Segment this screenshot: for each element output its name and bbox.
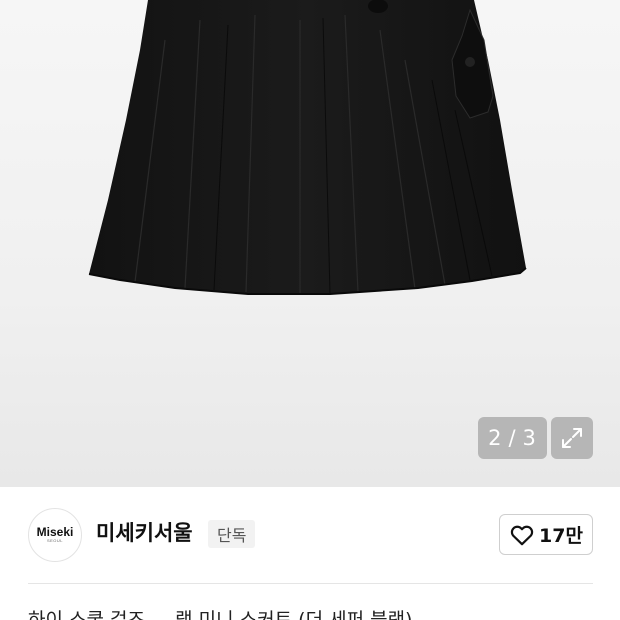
skirt-product-image (88, 0, 527, 295)
total-pages: 3 (522, 426, 537, 450)
product-image-carousel[interactable]: 2 / 3 (0, 0, 620, 487)
shop-logo[interactable]: Miseki SEOUL (28, 508, 82, 562)
expand-image-button[interactable] (551, 417, 593, 459)
section-divider (28, 583, 593, 584)
heart-outline-icon (510, 525, 534, 545)
shop-name[interactable]: 미세키서울 (96, 518, 193, 548)
current-page: 2 (488, 426, 503, 450)
like-count: 17만 (539, 525, 583, 547)
expand-arrows-icon (562, 428, 582, 448)
shop-logo-text: Miseki (36, 525, 74, 539)
shop-logo-subtext: SEOUL (46, 538, 64, 543)
exclusive-badge: 단독 (208, 520, 256, 548)
image-page-counter: 2 / 3 (478, 417, 547, 459)
page-separator: / (508, 426, 517, 450)
product-title: 하이 스쿨 걸즈 ... 랩 미니 스커트 (더 세퍼 블랙) (28, 609, 413, 620)
shop-info-row: Miseki SEOUL 미세키서울 단독 17만 (0, 487, 620, 583)
like-shop-button[interactable]: 17만 (499, 514, 593, 555)
